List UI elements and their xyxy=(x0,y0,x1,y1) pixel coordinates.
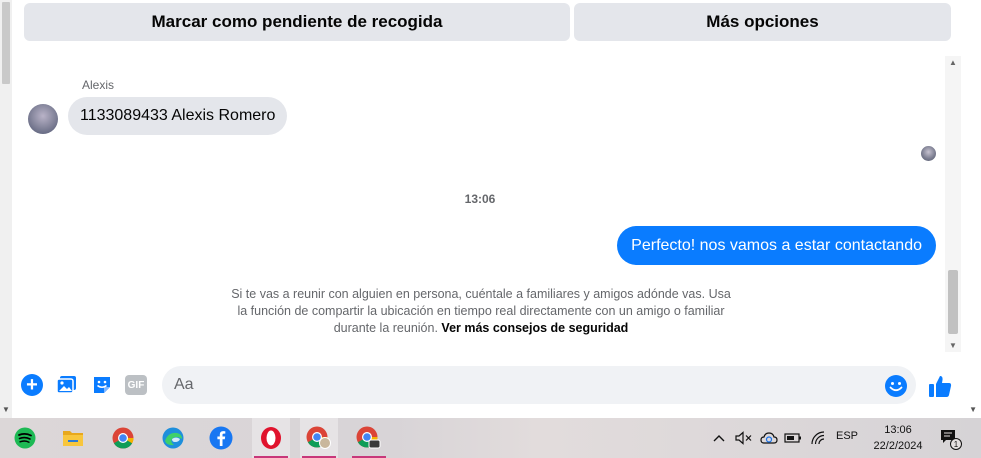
spotify-icon[interactable] xyxy=(6,418,44,458)
seen-indicator-avatar xyxy=(921,146,936,161)
sticker-icon[interactable] xyxy=(90,373,114,397)
show-hidden-icons-chevron-icon[interactable] xyxy=(712,418,726,458)
photo-icon[interactable] xyxy=(55,373,79,397)
opera-icon[interactable] xyxy=(252,418,290,458)
taskbar-clock[interactable]: 13:06 22/2/2024 xyxy=(866,422,930,454)
page-scrollbar-right[interactable]: ▼ xyxy=(965,0,981,418)
emoji-icon[interactable] xyxy=(884,374,908,398)
windows-taskbar xyxy=(0,418,981,458)
input-language-indicator[interactable]: ESP xyxy=(836,430,858,442)
facebook-icon[interactable] xyxy=(202,418,240,458)
page-scrollbar[interactable]: ▼ xyxy=(0,0,12,418)
volume-muted-icon[interactable] xyxy=(735,418,753,458)
avatar[interactable] xyxy=(28,104,58,134)
chrome-profile-icon[interactable] xyxy=(300,418,338,458)
scroll-down-arrow-icon[interactable]: ▼ xyxy=(2,405,10,414)
mark-pending-pickup-button[interactable]: Marcar como pendiente de recogida xyxy=(24,3,570,41)
cloud-sync-icon[interactable] xyxy=(760,418,778,458)
chrome-profile-2-icon[interactable] xyxy=(350,418,388,458)
chrome-icon[interactable] xyxy=(104,418,142,458)
like-icon[interactable] xyxy=(927,373,953,399)
clock-date: 22/2/2024 xyxy=(873,440,923,452)
scroll-down-arrow-icon[interactable]: ▼ xyxy=(969,405,977,414)
scroll-down-arrow-icon[interactable]: ▼ xyxy=(949,341,957,350)
incoming-message-bubble[interactable]: 1133089433 Alexis Romero xyxy=(68,97,288,135)
safety-tips-link[interactable]: Ver más consejos de seguridad xyxy=(441,321,628,335)
scroll-up-arrow-icon[interactable]: ▲ xyxy=(949,58,957,67)
message-sender-name: Alexis xyxy=(82,78,115,92)
outgoing-message-bubble[interactable]: Perfecto! nos vamos a estar contactando xyxy=(617,226,936,265)
safety-notice: Si te vas a reunir con alguien en person… xyxy=(226,286,736,337)
more-options-button[interactable]: Más opciones xyxy=(574,3,951,41)
page-scrollbar-thumb[interactable] xyxy=(2,2,10,84)
message-input[interactable] xyxy=(174,376,874,394)
notification-count: 1 xyxy=(954,440,959,449)
file-explorer-icon[interactable] xyxy=(54,418,92,458)
wifi-icon[interactable] xyxy=(810,418,828,458)
message-timestamp: 13:06 xyxy=(464,192,496,206)
edge-icon[interactable] xyxy=(154,418,192,458)
notification-center-icon[interactable]: 1 xyxy=(940,428,962,450)
plus-icon[interactable]: + xyxy=(20,373,44,397)
message-input-wrapper[interactable] xyxy=(162,366,916,404)
chat-scrollbar-thumb[interactable] xyxy=(948,270,958,334)
battery-icon[interactable] xyxy=(784,418,802,458)
gif-icon[interactable]: GIF xyxy=(124,373,148,397)
clock-time: 13:06 xyxy=(884,424,912,436)
